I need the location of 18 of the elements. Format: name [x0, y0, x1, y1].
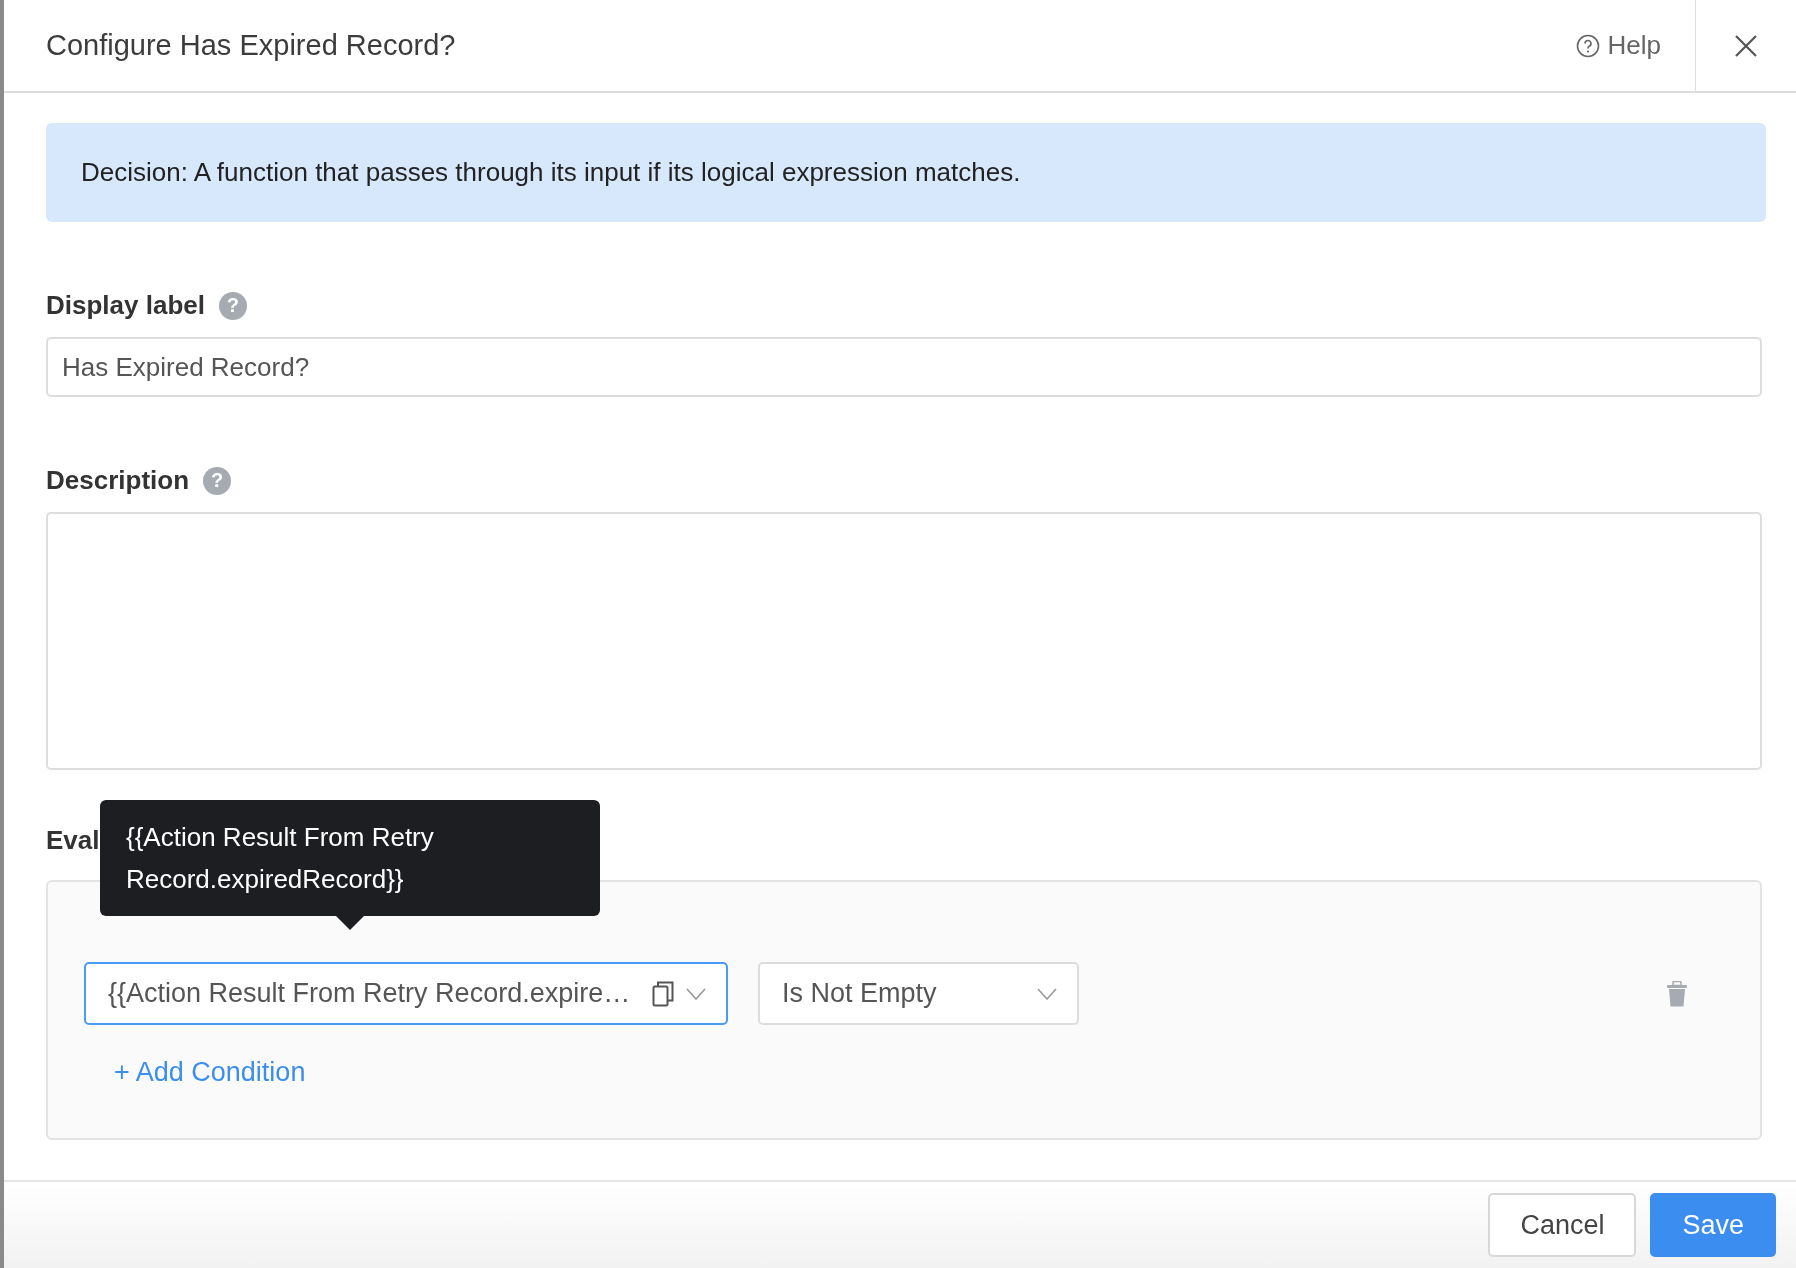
chevron-down-icon — [686, 987, 706, 1000]
dialog-title: Configure Has Expired Record? — [46, 29, 457, 62]
chevron-down-icon — [1037, 987, 1057, 1000]
field-label: Description — [46, 465, 190, 496]
input-field[interactable]: Has Expired Record? — [46, 337, 1762, 397]
close-icon — [1734, 33, 1758, 58]
operator-dropdown[interactable]: Is Not Empty — [758, 962, 1079, 1025]
help-link[interactable]: Help — [1575, 25, 1695, 66]
field-label: Display label — [46, 290, 205, 321]
add-condition-link[interactable]: + Add Condition — [114, 1057, 306, 1088]
info-banner: Decision: A function that passes through its input if its logical expression matches. — [46, 123, 1766, 222]
help-icon — [1575, 33, 1600, 58]
copy-icon[interactable] — [652, 980, 674, 1007]
save-button[interactable]: Save — [1650, 1193, 1776, 1257]
cancel-button[interactable]: Cancel — [1488, 1193, 1637, 1257]
expression-field[interactable]: {{Action Result From Retry Record.expire… — [84, 962, 728, 1025]
tooltip: {{Action Result From Retry Record.expiredRecord}} — [100, 800, 600, 916]
section-label: Eval — [46, 824, 100, 856]
